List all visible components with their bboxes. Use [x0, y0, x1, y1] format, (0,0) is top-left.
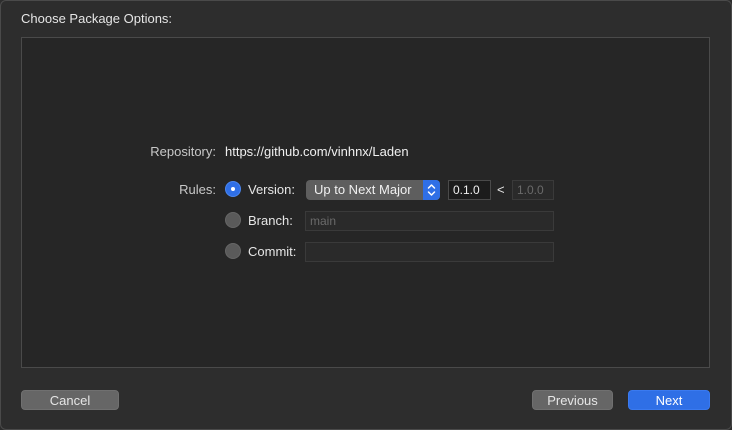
- version-rule-value: Up to Next Major: [314, 182, 412, 197]
- version-label: Version:: [248, 182, 295, 197]
- version-range-separator: <: [497, 182, 505, 197]
- branch-label: Branch:: [248, 213, 293, 228]
- commit-label: Commit:: [248, 244, 297, 259]
- commit-field[interactable]: [305, 242, 554, 262]
- options-panel: [21, 37, 710, 368]
- chevron-updown-icon: [423, 180, 440, 200]
- next-button[interactable]: Next: [628, 390, 710, 410]
- rules-label: Rules:: [179, 182, 216, 197]
- repository-url: https://github.com/vinhnx/Laden: [225, 144, 409, 159]
- cancel-button[interactable]: Cancel: [21, 390, 119, 410]
- version-to-field[interactable]: 1.0.0: [512, 180, 554, 200]
- previous-button[interactable]: Previous: [532, 390, 613, 410]
- version-radio[interactable]: [225, 181, 241, 197]
- repository-label: Repository:: [150, 144, 216, 159]
- commit-radio[interactable]: [225, 243, 241, 259]
- branch-field[interactable]: main: [305, 211, 554, 231]
- version-from-field[interactable]: 0.1.0: [448, 180, 491, 200]
- package-options-sheet: Choose Package Options: Repository: http…: [0, 0, 732, 430]
- branch-radio[interactable]: [225, 212, 241, 228]
- dialog-title: Choose Package Options:: [21, 11, 173, 26]
- version-rule-popup[interactable]: Up to Next Major: [306, 180, 440, 200]
